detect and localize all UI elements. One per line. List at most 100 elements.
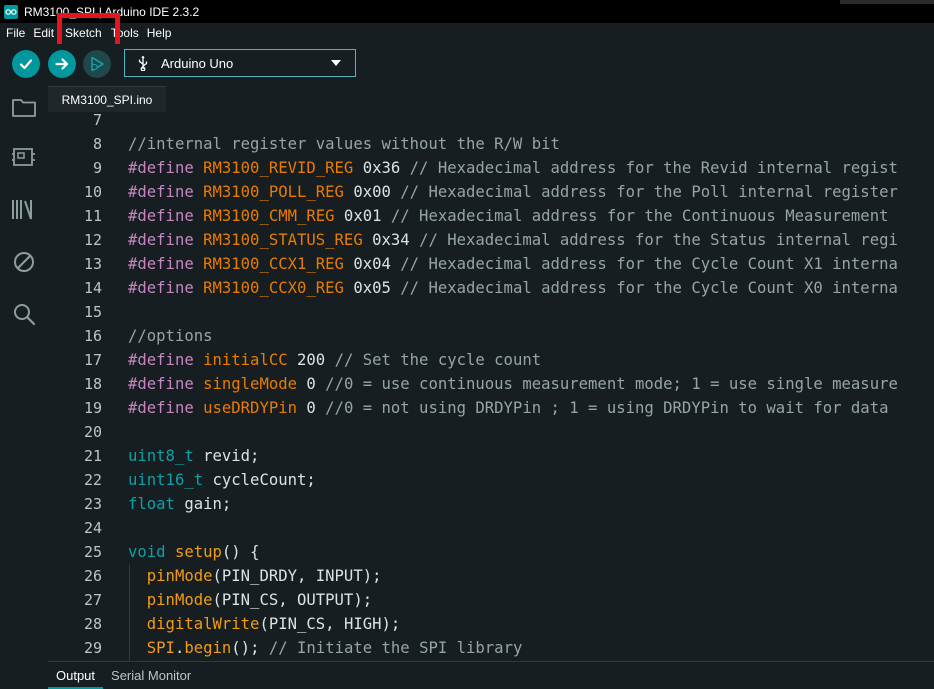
code-token: (PIN_CS, OUTPUT);	[212, 591, 373, 609]
code-line[interactable]: //options	[128, 324, 213, 348]
line-number: 8	[92, 135, 102, 153]
code-line[interactable]: #define RM3100_CCX0_REG 0x05 // Hexadeci…	[128, 276, 898, 300]
code-token: ();	[231, 639, 269, 657]
code-line[interactable]: float gain;	[128, 492, 231, 516]
code-token: 200	[287, 351, 335, 369]
upload-button[interactable]	[48, 50, 76, 78]
code-token: // Hexadecimal address for the Cycle Cou…	[400, 279, 898, 297]
code-token: #define	[128, 351, 204, 369]
code-token: #define	[128, 255, 204, 273]
title-bar: RM3100_SPI | Arduino IDE 2.3.2	[0, 0, 934, 23]
line-number: 22	[83, 471, 102, 489]
code-token: #define	[128, 207, 204, 225]
code-token: // Hexadecimal address for the Revid int…	[409, 159, 898, 177]
code-token: #define	[128, 231, 204, 249]
menu-tools[interactable]: Tools	[107, 23, 143, 44]
menu-help[interactable]: Help	[143, 23, 176, 44]
tab-output[interactable]: Output	[48, 662, 104, 689]
board-icon[interactable]	[11, 144, 37, 170]
line-number: 21	[83, 447, 102, 465]
code-token: //0 = not using DRDYPin ; 1 = using DRDY…	[325, 399, 889, 417]
code-line[interactable]: #define RM3100_STATUS_REG 0x34 // Hexade…	[128, 228, 898, 252]
debug-panel-icon[interactable]	[11, 249, 37, 275]
code-token: revid;	[193, 447, 260, 465]
line-number: 20	[83, 423, 102, 441]
board-name: Arduino Uno	[161, 55, 234, 71]
line-number: 28	[83, 615, 102, 633]
code-line[interactable]: uint16_t cycleCount;	[128, 468, 316, 492]
code-token: SPI	[146, 639, 175, 657]
code-token: // Hexadecimal address for the Continuou…	[390, 207, 889, 225]
code-line[interactable]: #define RM3100_REVID_REG 0x36 // Hexadec…	[128, 156, 898, 180]
code-editor[interactable]: 7 8 9 10 11 12 13 14 15 16 17 18 19 20 21 22 23 24 25 26 27 2…	[48, 112, 934, 661]
code-token: RM3100_CCX0_REG	[203, 279, 344, 297]
line-number: 11	[83, 207, 102, 225]
code-token: #define	[128, 159, 204, 177]
code-line[interactable]: //internal register values without the R…	[128, 132, 560, 156]
code-token: #define	[128, 375, 204, 393]
code-token: uint16_t	[128, 471, 204, 489]
line-number: 19	[83, 399, 102, 417]
code-token: 0	[297, 375, 326, 393]
code-line[interactable]: #define RM3100_CMM_REG 0x01 // Hexadecim…	[128, 204, 888, 228]
code-token: // Hexadecimal address for the Cycle Cou…	[400, 255, 898, 273]
code-line[interactable]: uint8_t revid;	[128, 444, 259, 468]
board-selector[interactable]: Arduino Uno	[124, 49, 356, 77]
tab-rm3100-spi[interactable]: RM3100_SPI.ino	[48, 86, 166, 112]
folder-icon[interactable]	[11, 94, 37, 120]
code-token: 0x34	[362, 231, 420, 249]
code-area[interactable]: //internal register values without the R…	[128, 112, 934, 661]
search-icon[interactable]	[11, 301, 37, 327]
code-token: #define	[128, 183, 204, 201]
line-number: 15	[83, 303, 102, 321]
toolbar: Arduino Uno	[0, 44, 934, 86]
line-number: 27	[83, 591, 102, 609]
code-token: RM3100_REVID_REG	[203, 159, 354, 177]
code-line[interactable]: pinMode(PIN_DRDY, INPUT);	[128, 564, 382, 588]
code-token: 0x05	[343, 279, 401, 297]
code-line[interactable]: #define initialCC 200 // Set the cycle c…	[128, 348, 541, 372]
fold-gutter	[114, 112, 128, 661]
code-token: void	[128, 543, 166, 561]
code-token: float	[128, 495, 175, 513]
line-number: 16	[83, 327, 102, 345]
code-token: begin	[184, 639, 232, 657]
upload-arrow-icon	[55, 58, 69, 70]
code-token: RM3100_POLL_REG	[203, 183, 344, 201]
menu-sketch[interactable]: Sketch	[58, 23, 107, 44]
code-line[interactable]: void setup() {	[128, 540, 259, 564]
code-line[interactable]: #define RM3100_CCX1_REG 0x04 // Hexadeci…	[128, 252, 898, 276]
code-line[interactable]: SPI.begin(); // Initiate the SPI library	[128, 636, 523, 660]
code-token: 0	[297, 399, 326, 417]
verify-button[interactable]	[12, 50, 40, 78]
code-token: #define	[128, 399, 204, 417]
line-number: 7	[92, 112, 102, 129]
code-token: pinMode	[146, 591, 213, 609]
code-token: #define	[128, 279, 204, 297]
code-line[interactable]: #define singleMode 0 //0 = use continuou…	[128, 372, 898, 396]
code-token: () {	[221, 543, 260, 561]
code-line[interactable]: #define useDRDYPin 0 //0 = not using DRD…	[128, 396, 888, 420]
menu-file[interactable]: File	[0, 23, 29, 44]
code-token: singleMode	[203, 375, 297, 393]
bottom-panel: Output Serial Monitor	[48, 661, 934, 689]
tab-serial-monitor[interactable]: Serial Monitor	[103, 662, 199, 689]
verify-icon	[19, 59, 33, 70]
code-token: // Hexadecimal address for the Poll inte…	[400, 183, 898, 201]
code-token: // Set the cycle count	[334, 351, 542, 369]
line-number: 18	[83, 375, 102, 393]
code-line[interactable]: pinMode(PIN_CS, OUTPUT);	[128, 588, 372, 612]
code-token: //internal register values without the R…	[128, 135, 560, 153]
window-controls[interactable]	[840, 0, 934, 4]
editor-tab-bar: RM3100_SPI.ino	[48, 86, 934, 112]
menu-edit[interactable]: Edit	[29, 23, 58, 44]
code-token: 0x04	[343, 255, 401, 273]
code-line[interactable]: #define RM3100_POLL_REG 0x00 // Hexadeci…	[128, 180, 898, 204]
library-icon[interactable]	[11, 196, 37, 222]
line-number: 14	[83, 279, 102, 297]
debug-button[interactable]	[83, 50, 111, 78]
code-line[interactable]: digitalWrite(PIN_CS, HIGH);	[128, 612, 401, 636]
line-number: 26	[83, 567, 102, 585]
